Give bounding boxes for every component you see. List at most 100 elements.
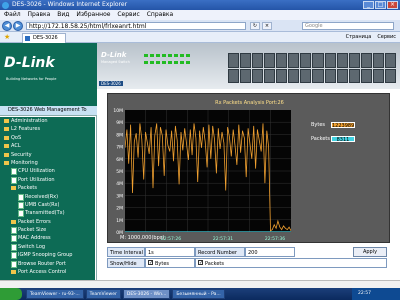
menu-file[interactable]: Файл: [4, 11, 21, 18]
y-tick-label: 1M: [116, 218, 123, 224]
switch-port[interactable]: [264, 68, 276, 83]
status-bar: [0, 280, 400, 288]
switch-port[interactable]: [324, 68, 336, 83]
switch-port[interactable]: [348, 68, 360, 83]
nav-item-packet-size[interactable]: Packet Size: [11, 226, 95, 235]
switch-port[interactable]: [300, 68, 312, 83]
switch-ports[interactable]: [228, 53, 396, 83]
record-number-label: Record Number: [195, 247, 245, 257]
tools-menu[interactable]: Сервис: [377, 33, 396, 42]
switch-port[interactable]: [228, 68, 240, 83]
refresh-icon[interactable]: ↻: [250, 22, 260, 30]
nav-item-port-utilization[interactable]: Port Utilization: [11, 176, 95, 185]
menu-help[interactable]: Справка: [147, 11, 173, 18]
nav-item-switch-log[interactable]: Switch Log: [11, 243, 95, 252]
switch-port[interactable]: [300, 53, 312, 68]
switch-port[interactable]: [372, 68, 384, 83]
menu-edit[interactable]: Правка: [28, 11, 51, 18]
switch-port[interactable]: [312, 53, 324, 68]
nav-item-administration[interactable]: Administration: [4, 117, 95, 125]
switch-port[interactable]: [240, 68, 252, 83]
switch-port[interactable]: [336, 53, 348, 68]
nav-item-monitoring[interactable]: Monitoring: [4, 159, 95, 167]
x-tick-label: 22:57:31: [213, 236, 233, 242]
switch-port[interactable]: [360, 53, 372, 68]
address-input[interactable]: http://172.18.58.25/html/frlxeanrt.html: [26, 22, 246, 30]
page-menu[interactable]: Страница: [346, 33, 372, 42]
menu-favorites[interactable]: Избранное: [76, 11, 110, 18]
back-icon[interactable]: ◀: [2, 21, 12, 31]
nav-item-mac-address[interactable]: MAC Address: [11, 234, 95, 243]
nav-item-umb-cast-rx[interactable]: UMB Cast(Rx): [18, 201, 95, 210]
nav-item-browse-router-port[interactable]: Browse Router Port: [11, 260, 95, 269]
apply-button[interactable]: Apply: [353, 247, 387, 257]
switch-port[interactable]: [336, 68, 348, 83]
y-axis-labels: 10M9M8M7M6M5M4M3M2M1M0M: [113, 108, 123, 236]
switch-port[interactable]: [384, 68, 396, 83]
nav-item-received-rx[interactable]: Received(Rx): [18, 193, 95, 201]
switch-port[interactable]: [312, 68, 324, 83]
task-teamviewer-2[interactable]: TeamViewer: [85, 289, 121, 299]
switch-port[interactable]: [276, 53, 288, 68]
task-paint[interactable]: Безымянный - Pa...: [172, 289, 225, 299]
search-input[interactable]: Google: [302, 22, 394, 30]
system-tray-clock[interactable]: 22:57: [352, 288, 400, 300]
menu-view[interactable]: Вид: [57, 11, 69, 18]
switch-port[interactable]: [324, 53, 336, 68]
bytes-checkbox-label: Bytes: [155, 261, 170, 267]
menu-tools[interactable]: Сервис: [117, 11, 139, 18]
nav-item-cpu-utilization[interactable]: CPU Utilization: [11, 167, 95, 176]
y-tick-label: 8M: [116, 132, 123, 138]
nav-item-qos[interactable]: QoS: [4, 134, 95, 142]
switch-port[interactable]: [348, 53, 360, 68]
switch-port[interactable]: [264, 53, 276, 68]
time-interval-select[interactable]: 1s: [145, 247, 195, 257]
switch-port[interactable]: [372, 53, 384, 68]
switch-port[interactable]: [288, 53, 300, 68]
switch-port[interactable]: [252, 68, 264, 83]
forward-icon[interactable]: ▶: [13, 21, 23, 31]
switch-port[interactable]: [360, 68, 372, 83]
nav-item-acl[interactable]: ACL: [4, 142, 95, 150]
record-number-select[interactable]: 200: [245, 247, 295, 257]
y-tick-label: 2M: [116, 206, 123, 212]
nav-item-l2-features[interactable]: L2 Features: [4, 125, 95, 133]
task-des3026[interactable]: DES-3026 - Win...: [122, 289, 171, 299]
tab-bar: ★ DES-3026 Страница Сервис: [0, 32, 400, 43]
minimize-button[interactable]: _: [363, 1, 374, 9]
nav-item-security[interactable]: Security: [4, 151, 95, 159]
stop-icon[interactable]: ×: [262, 22, 272, 30]
tab-des3026[interactable]: DES-3026: [22, 33, 66, 43]
time-interval-label: Time Interval: [107, 247, 145, 257]
start-button[interactable]: [0, 288, 22, 300]
switch-port[interactable]: [384, 53, 396, 68]
y-tick-label: 6M: [116, 157, 123, 163]
content-panel: Rx Packets Analysis Port:26 10M 9M 8M 7M 6M 5…: [97, 89, 400, 280]
ie-logo-icon: [2, 2, 9, 9]
y-tick-label: 4M: [116, 181, 123, 187]
switch-port[interactable]: [276, 68, 288, 83]
chart-frame: Rx Packets Analysis Port:26 10M 9M 8M 7M 6M 5…: [107, 93, 390, 243]
nav-header[interactable]: DES-3026 Web Management To: [0, 106, 97, 116]
nav-item-igmp-snooping-group[interactable]: IGMP Snooping Group: [11, 251, 95, 260]
bytes-checkbox-cell[interactable]: Bytes: [145, 258, 195, 268]
chart-controls: Time Interval 1s Record Number 200 Apply…: [107, 247, 390, 269]
switch-port[interactable]: [228, 53, 240, 68]
nav-item-packets[interactable]: Packets: [11, 184, 95, 192]
nav-item-packet-errors[interactable]: Packet Errors: [11, 218, 95, 226]
dlink-logo: D-Link: [4, 55, 55, 71]
task-teamviewer-1[interactable]: TeamViewer - ru-93-...: [26, 289, 84, 299]
switch-port[interactable]: [288, 68, 300, 83]
nav-item-transmitted-tx[interactable]: Transmitted(Tx): [18, 209, 95, 218]
packets-checkbox[interactable]: [198, 258, 203, 268]
favorites-star-icon[interactable]: ★: [4, 34, 11, 41]
taskbar: TeamViewer - ru-93-... TeamViewer DES-30…: [0, 288, 400, 300]
close-button[interactable]: ×: [387, 1, 398, 9]
switch-port[interactable]: [252, 53, 264, 68]
bytes-checkbox[interactable]: [148, 258, 153, 268]
packets-checkbox-cell[interactable]: Packets: [195, 258, 387, 268]
device-logo: D-Link: [101, 51, 127, 59]
maximize-button[interactable]: □: [375, 1, 386, 9]
switch-port[interactable]: [240, 53, 252, 68]
nav-item-port-access-control[interactable]: Port Access Control: [11, 268, 95, 276]
